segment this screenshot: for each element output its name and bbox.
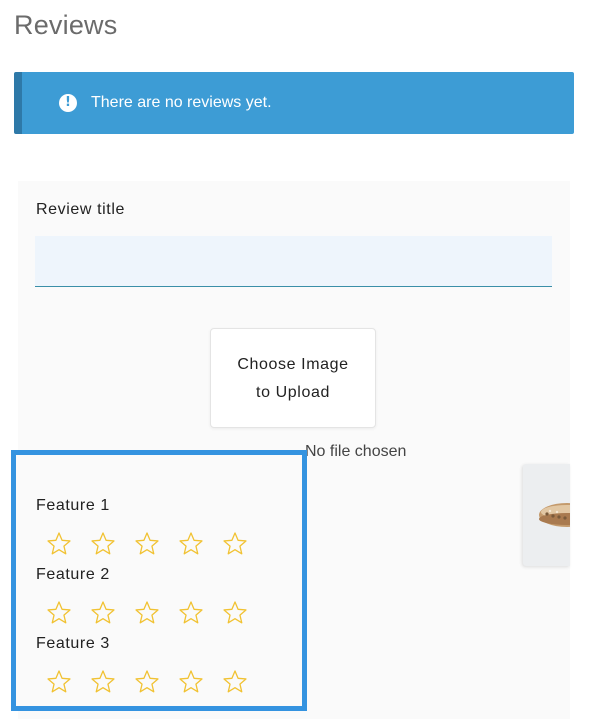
no-reviews-notice: ! There are no reviews yet. bbox=[14, 72, 574, 134]
star-icon[interactable] bbox=[46, 531, 72, 557]
star-icon[interactable] bbox=[178, 600, 204, 626]
feature-3-label: Feature 3 bbox=[36, 635, 110, 652]
star-icon[interactable] bbox=[222, 531, 248, 557]
star-icon[interactable] bbox=[90, 600, 116, 626]
feature-1-stars bbox=[46, 531, 248, 557]
star-icon[interactable] bbox=[178, 669, 204, 695]
feature-ratings: Feature 1 Feature 2 Feature 3 bbox=[11, 450, 307, 711]
star-icon[interactable] bbox=[46, 600, 72, 626]
upload-label-line-2: to Upload bbox=[256, 384, 330, 401]
star-icon[interactable] bbox=[222, 600, 248, 626]
star-icon[interactable] bbox=[178, 531, 204, 557]
star-icon[interactable] bbox=[134, 600, 160, 626]
star-icon[interactable] bbox=[134, 531, 160, 557]
star-icon[interactable] bbox=[134, 669, 160, 695]
star-icon[interactable] bbox=[46, 669, 72, 695]
star-icon[interactable] bbox=[222, 669, 248, 695]
product-thumbnail[interactable] bbox=[523, 464, 570, 566]
choose-image-button[interactable]: Choose Image to Upload bbox=[210, 328, 376, 428]
page-title: Reviews bbox=[14, 10, 118, 40]
star-icon[interactable] bbox=[90, 531, 116, 557]
feature-2-stars bbox=[46, 600, 248, 626]
review-title-input[interactable] bbox=[35, 236, 552, 287]
notice-text: There are no reviews yet. bbox=[91, 94, 272, 111]
bracelet-image bbox=[539, 503, 570, 527]
feature-2-label: Feature 2 bbox=[36, 566, 110, 583]
feature-1-label: Feature 1 bbox=[36, 497, 110, 514]
feature-3-stars bbox=[46, 669, 248, 695]
star-icon[interactable] bbox=[90, 669, 116, 695]
upload-label-line-1: Choose Image bbox=[237, 356, 349, 373]
reviews-page: Reviews ! There are no reviews yet. Revi… bbox=[0, 0, 589, 719]
review-title-label: Review title bbox=[36, 201, 126, 218]
file-status-text: No file chosen bbox=[305, 443, 407, 460]
exclamation-circle-icon: ! bbox=[59, 94, 77, 112]
